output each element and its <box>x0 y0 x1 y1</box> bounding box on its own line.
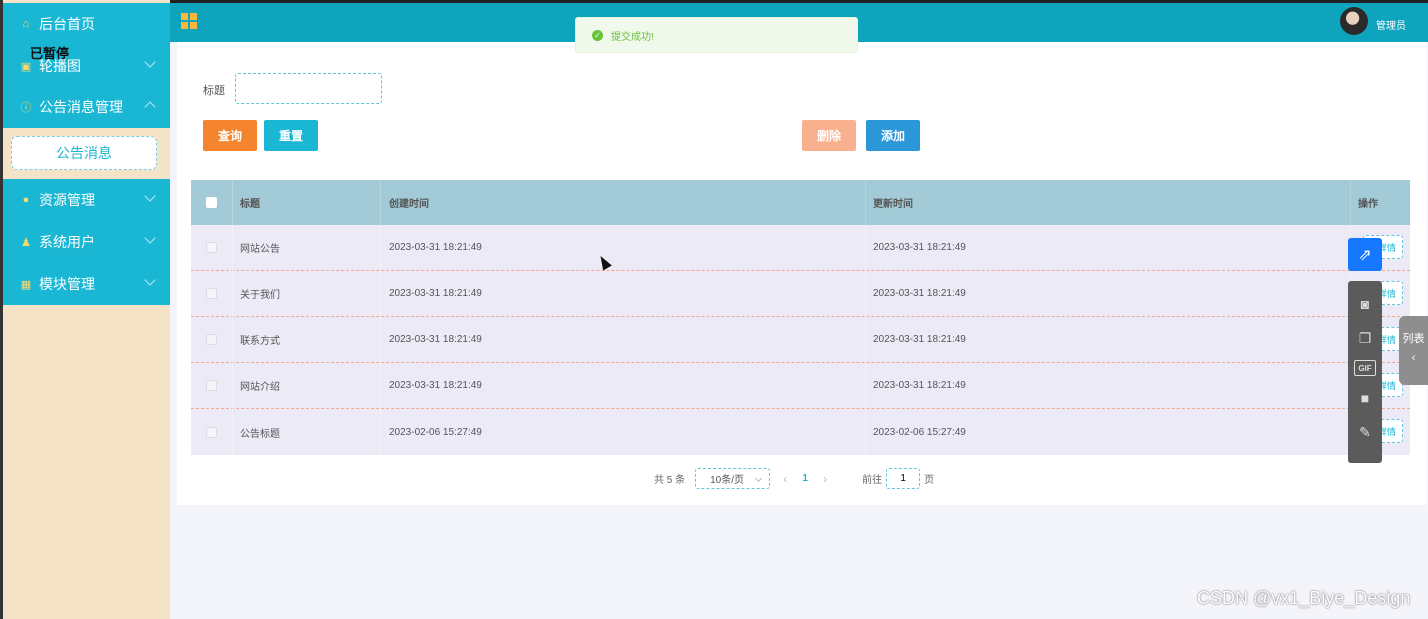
sidebar-item-announcements[interactable]: ⓘ 公告消息管理 <box>3 86 170 128</box>
location-icon: ● <box>22 194 30 206</box>
share-tool-button[interactable]: ⇗ <box>1348 238 1382 271</box>
sidebar-item-resources[interactable]: ● 资源管理 <box>3 179 170 221</box>
user-icon: ♟ <box>21 236 31 249</box>
table-row: 关于我们 2023-03-31 18:21:49 2023-03-31 18:2… <box>191 271 1410 317</box>
search-label: 标题 <box>203 85 225 97</box>
list-side-tab[interactable]: 列表 ‹ <box>1399 316 1428 385</box>
column-header-updated[interactable]: 更新时间 <box>873 195 913 210</box>
column-header-title[interactable]: 标题 <box>240 195 260 210</box>
info-icon: ⓘ <box>20 102 32 114</box>
goto-label: 前往 <box>862 475 883 486</box>
video-icon[interactable]: ■ <box>1353 386 1377 410</box>
chevron-down-icon <box>144 274 156 286</box>
row-title: 关于我们 <box>240 290 280 301</box>
prev-page-icon[interactable]: ‹ <box>770 472 800 486</box>
title-search-input[interactable] <box>235 73 382 104</box>
pagination-total: 共 5 条 <box>654 475 686 486</box>
gif-icon[interactable]: GIF <box>1354 360 1376 376</box>
row-created: 2023-03-31 18:21:49 <box>389 242 482 253</box>
select-all-checkbox[interactable] <box>206 197 217 208</box>
sidebar-item-label: 系统用户 <box>39 234 95 250</box>
grid-icon: ▦ <box>20 278 32 291</box>
column-header-created[interactable]: 创建时间 <box>389 195 429 210</box>
row-updated: 2023-03-31 18:21:49 <box>873 380 966 391</box>
page-size-select[interactable]: 10条/页 <box>695 468 771 489</box>
chevron-down-icon <box>144 232 156 244</box>
sidebar-item-modules[interactable]: ▦ 模块管理 <box>3 263 170 305</box>
row-title: 联系方式 <box>240 336 280 347</box>
row-created: 2023-03-31 18:21:49 <box>389 288 482 299</box>
add-button[interactable]: 添加 <box>866 120 920 151</box>
sidebar: ⌂ 后台首页 ▣ 轮播图 已暂停 ⓘ 公告消息管理 公告消息 ● 资源管理 ♟ … <box>0 0 170 619</box>
row-checkbox[interactable] <box>206 426 217 438</box>
query-button[interactable]: 查询 <box>203 120 257 151</box>
pagination: 共 5 条 10条/页 ‹ 1 › 前往 页 <box>654 468 934 489</box>
row-updated: 2023-02-06 15:27:49 <box>873 426 966 438</box>
submenu-item-announcement[interactable]: 公告消息 <box>11 136 157 170</box>
check-circle-icon: ✓ <box>592 29 603 41</box>
avatar[interactable] <box>1340 7 1368 35</box>
table-row: 网站公告 2023-03-31 18:21:49 2023-03-31 18:2… <box>191 225 1410 271</box>
paused-overlay-label: 已暂停 <box>30 46 70 61</box>
chevron-up-icon <box>144 101 156 113</box>
page-size-value: 10条/页 <box>710 475 745 486</box>
sidebar-item-users[interactable]: ♟ 系统用户 <box>3 221 170 263</box>
announcement-table: 标题 创建时间 更新时间 操作 网站公告 2023-03-31 18:21:49… <box>191 180 1410 455</box>
chevron-down-icon <box>144 190 156 202</box>
home-icon: ⌂ <box>22 18 30 30</box>
next-page-icon[interactable]: › <box>810 472 840 486</box>
watermark: CSDN @vx1_Biye_Design <box>1197 588 1411 608</box>
sidebar-item-label: 公告消息管理 <box>39 99 123 115</box>
chevron-down-icon <box>755 474 763 483</box>
sidebar-item-carousel[interactable]: ▣ 轮播图 <box>3 45 170 87</box>
row-checkbox[interactable] <box>206 242 217 253</box>
table-row: 网站介绍 2023-03-31 18:21:49 2023-03-31 18:2… <box>191 363 1410 409</box>
table-row: 公告标题 2023-02-06 15:27:49 2023-02-06 15:2… <box>191 409 1410 455</box>
reset-button[interactable]: 重置 <box>264 120 318 151</box>
sidebar-item-label: 后台首页 <box>39 16 95 32</box>
main-content: 标题 查询 重置 删除 添加 标题 创建时间 更新时间 操作 网站公告 2023… <box>177 42 1427 505</box>
row-created: 2023-03-31 18:21:49 <box>389 334 482 345</box>
sidebar-item-label: 模块管理 <box>39 276 95 292</box>
row-created: 2023-02-06 15:27:49 <box>389 426 482 438</box>
page-number[interactable]: 1 <box>800 473 810 484</box>
side-tab-label: 列表 <box>1402 333 1425 345</box>
goto-page-input[interactable] <box>886 468 921 489</box>
table-row: 联系方式 2023-03-31 18:21:49 2023-03-31 18:2… <box>191 317 1410 363</box>
submenu: 公告消息 <box>3 128 170 178</box>
page-suffix: 页 <box>924 475 935 486</box>
edit-icon[interactable]: ✎ <box>1353 420 1377 444</box>
row-updated: 2023-03-31 18:21:49 <box>873 334 966 345</box>
capture-toolbar: ◙ ❐ GIF ■ ✎ <box>1348 281 1382 463</box>
row-checkbox[interactable] <box>206 288 217 299</box>
camera-icon[interactable]: ◙ <box>1353 292 1377 316</box>
table-header: 标题 创建时间 更新时间 操作 <box>191 180 1410 225</box>
column-header-action: 操作 <box>1358 199 1378 210</box>
row-updated: 2023-03-31 18:21:49 <box>873 288 966 299</box>
admin-label[interactable]: 管理员 <box>1376 17 1406 32</box>
row-title: 网站公告 <box>240 244 280 255</box>
gallery-icon[interactable]: ❐ <box>1353 326 1377 350</box>
chevron-down-icon <box>144 56 156 68</box>
row-created: 2023-03-31 18:21:49 <box>389 380 482 391</box>
sidebar-item-home[interactable]: ⌂ 后台首页 <box>3 3 170 45</box>
row-checkbox[interactable] <box>206 334 217 345</box>
chevron-left-icon: ‹ <box>1411 352 1416 364</box>
sidebar-item-label: 资源管理 <box>39 192 95 208</box>
row-title: 网站介绍 <box>240 382 280 393</box>
success-toast: ✓ 提交成功! <box>575 17 858 53</box>
toast-message: 提交成功! <box>611 31 654 43</box>
row-title: 公告标题 <box>240 428 280 440</box>
row-updated: 2023-03-31 18:21:49 <box>873 242 966 253</box>
share-icon: ⇗ <box>1358 246 1372 264</box>
menu-grid-icon[interactable] <box>181 13 197 29</box>
row-checkbox[interactable] <box>206 380 217 391</box>
delete-button[interactable]: 删除 <box>802 120 856 151</box>
